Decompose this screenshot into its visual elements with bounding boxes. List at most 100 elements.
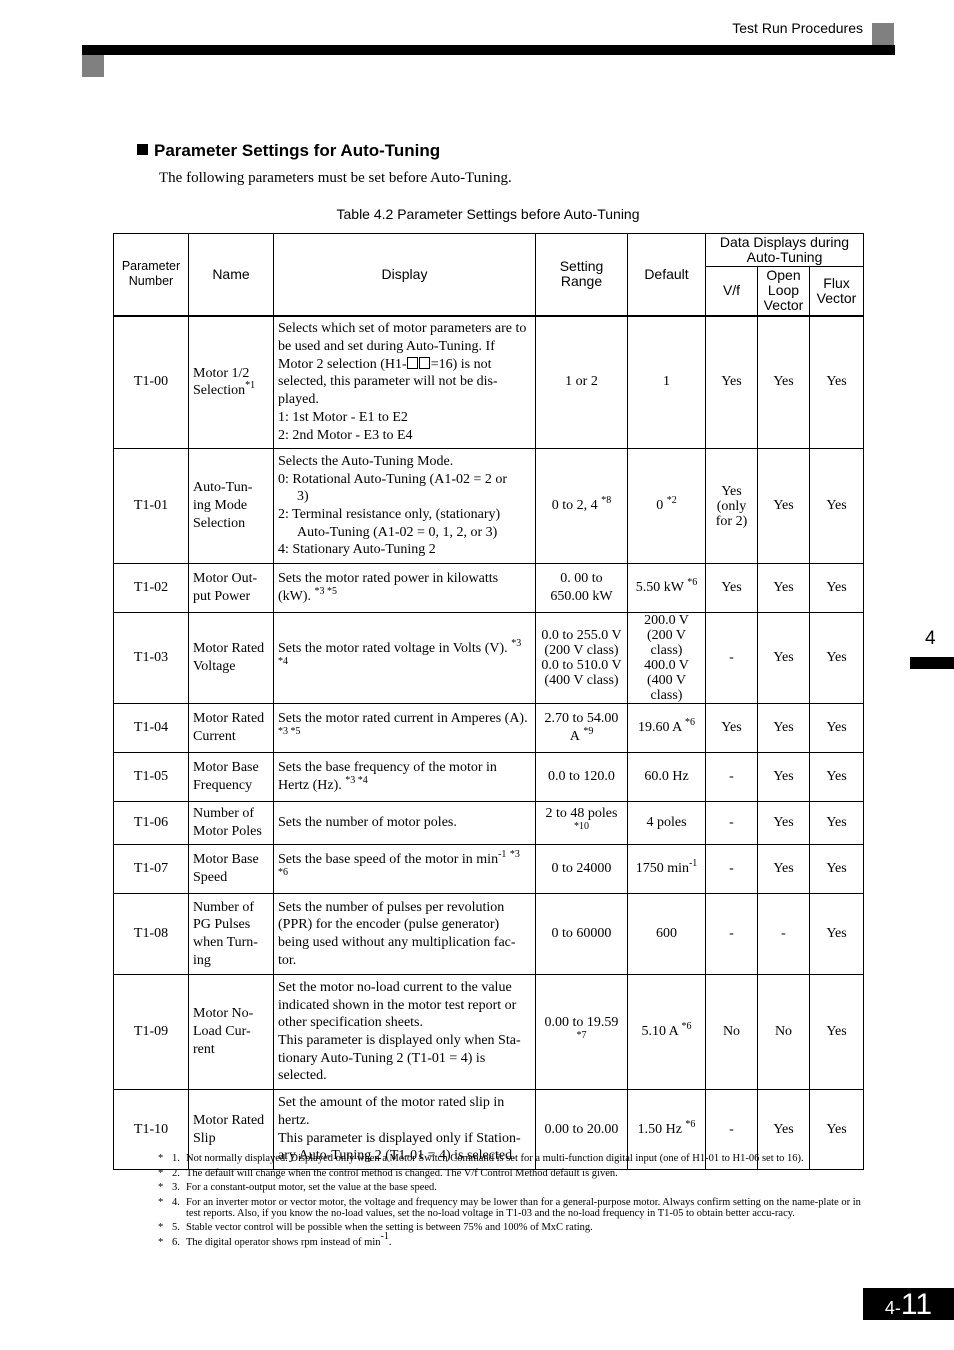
param-display: Set the motor no-load current to the val… — [273, 974, 536, 1090]
square-bullet-icon — [137, 144, 148, 155]
param-display: Sets the number of motor poles. — [273, 801, 536, 845]
display-flag-olv: Yes — [757, 612, 810, 704]
header-data-displays: Data Displays during Auto-Tuning — [704, 233, 865, 267]
default-value: 60.0 Hz — [627, 752, 706, 802]
footnote-ref: *2 — [666, 495, 677, 507]
param-name-text: Motor Rated Voltage — [193, 641, 265, 674]
display-flag-flux: Yes — [808, 703, 865, 753]
param-name-text: Motor Out-put Power — [193, 571, 258, 604]
setting-range-text: 0 to 2, 4 — [551, 498, 598, 514]
display-text-part: Sets the motor rated current in Amperes … — [278, 711, 528, 727]
header-setting-range: Setting Range — [535, 233, 628, 317]
footnote: * 3. For a constant-output motor, set the … — [158, 1182, 868, 1193]
header-default: Default — [627, 233, 706, 317]
parameter-table: Parameter Number Name Display Setting Ra… — [113, 233, 865, 1170]
footnote-ref: *8 — [601, 495, 612, 507]
display-flag-flux: Yes — [808, 801, 865, 845]
display-text-part: Sets the base speed of the motor in min — [278, 852, 499, 868]
setting-range-text: 0 to 24000 — [551, 861, 612, 877]
param-display: Sets the motor rated power in kilowatts … — [273, 563, 536, 613]
setting-range: 0. 00 to 650.00 kW — [535, 563, 628, 613]
display-flag-vf: No — [705, 974, 758, 1090]
display-text-part: Sets the number of motor poles. — [278, 815, 457, 831]
footnote-text-part: For an inverter motor or vector motor, t… — [186, 1196, 861, 1219]
param-name-text: Motor Base Frequency — [193, 760, 259, 793]
footnote-ref: *6 — [685, 717, 696, 729]
footnote-number: 3. — [172, 1182, 180, 1193]
footnote-mark: * — [158, 1196, 164, 1208]
param-number: T1-03 — [113, 612, 189, 704]
display-line: 2: Terminal resistance only, (stationary… — [278, 507, 501, 522]
display-flag-olv: No — [757, 974, 810, 1090]
display-option: 2: 2nd Motor - E3 to E4 — [278, 427, 413, 443]
param-name: Number of PG Pulses when Turn-ing — [188, 893, 274, 975]
display-flag-olv: Yes — [757, 315, 810, 449]
setting-range-line: 0.0 to 255.0 V — [541, 628, 622, 643]
footnote-text-part: Not normally displayed. Displayed only w… — [186, 1153, 804, 1164]
setting-range-text: 0 to 60000 — [551, 926, 612, 942]
display-flag-vf: Yes — [705, 703, 758, 753]
param-display: Selects which set of motor parameters ar… — [273, 315, 536, 449]
display-text: Sets the motor rated power in kilowatts … — [278, 570, 531, 605]
footnote-text: Stable vector control will be possible w… — [186, 1222, 868, 1233]
display-text: Sets the base frequency of the motor in … — [278, 759, 531, 794]
display-flag-vf: Yes (only for 2) — [705, 448, 758, 564]
display-text: Sets the number of pulses per revolution… — [278, 899, 531, 970]
display-flag-olv: Yes — [757, 801, 810, 845]
setting-range-text: 0. 00 to 650.00 kW — [550, 571, 613, 604]
display-text-part: Sets the motor rated voltage in Volts (V… — [278, 641, 508, 657]
display-option: 1: 1st Motor - E1 to E2 — [278, 409, 408, 425]
footnote-mark: * — [158, 1222, 164, 1233]
param-name: Motor Base Frequency — [188, 752, 274, 802]
section-heading-text: Parameter Settings for Auto-Tuning — [154, 141, 441, 160]
setting-range-text: 0.00 to 20.00 — [544, 1121, 619, 1137]
header-flux-vector: Flux Vector — [808, 266, 865, 317]
footnote-mark: * — [158, 1182, 164, 1193]
default-value: 200.0 V (200 V class) 400.0 V (400 V class) — [627, 612, 706, 704]
header-decoration-square — [872, 23, 894, 45]
page-number: 4-11 — [863, 1288, 954, 1321]
display-text-part: Sets the number of pulses per revolution… — [278, 899, 516, 968]
setting-range: 2 to 48 poles *10 — [535, 801, 628, 845]
default-value-text: 5.50 kW — [635, 580, 684, 596]
footnote-ref: *3 *5 — [278, 726, 301, 737]
display-line: 0: Rotational Auto-Tuning (A1-02 = 2 or — [278, 471, 508, 487]
table-row: T1-08 Number of PG Pulses when Turn-ing Se… — [113, 893, 865, 975]
table-row: T1-01 Auto-Tun-ing Mode Selection Selects … — [113, 448, 865, 564]
footnote: * 4. For an inverter motor or vector motor… — [158, 1197, 868, 1219]
intro-paragraph: The following parameters must be set bef… — [159, 170, 512, 186]
setting-range-line: (200 V class) — [544, 643, 619, 658]
setting-range: 0.0 to 255.0 V (200 V class) 0.0 to 510.0 … — [535, 612, 628, 704]
placeholder-box-icon — [419, 356, 431, 369]
page-number-chapter: 4- — [884, 1298, 901, 1318]
setting-range: 1 or 2 — [535, 315, 628, 449]
display-flag-flux: Yes — [808, 844, 865, 894]
default-value-text: 19.60 A — [637, 720, 682, 736]
default-value: 1750 min-1 — [627, 844, 706, 894]
display-text: Set the motor no-load current to the val… — [278, 979, 531, 1032]
footnote-ref: *3 *4 — [345, 775, 368, 786]
default-value-line: (200 V class) — [646, 628, 687, 658]
display-flag-vf: Yes — [705, 315, 758, 449]
display-flag-vf: - — [705, 844, 758, 894]
display-text-secondary: This parameter is displayed only when St… — [278, 1033, 521, 1084]
placeholder-box-icon — [407, 356, 419, 369]
param-display: Sets the motor rated voltage in Volts (V… — [273, 612, 536, 704]
param-number: T1-07 — [113, 844, 189, 894]
display-flag-olv: Yes — [757, 844, 810, 894]
chapter-tab-bar — [910, 657, 954, 669]
footnote-text: Not normally displayed. Displayed only w… — [186, 1153, 868, 1164]
footnote-text-part: Stable vector control will be possible w… — [186, 1222, 593, 1233]
setting-range-text: 0.00 to 19.59 — [544, 1015, 619, 1031]
default-value: 4 poles — [627, 801, 706, 845]
display-line: Auto-Tuning (A1-02 = 0, 1, 2, or 3) — [297, 524, 498, 540]
param-name-text: Motor 1/2 Selection — [193, 365, 250, 399]
param-name-text: Auto-Tun-ing Mode Selection — [193, 480, 253, 531]
display-flag-vf: - — [705, 801, 758, 845]
setting-range: 0 to 24000 — [535, 844, 628, 894]
footnote: * 5. Stable vector control will be possibl… — [158, 1222, 868, 1233]
footnote-text: The digital operator shows rpm instead o… — [186, 1231, 868, 1248]
footnote-number: 6. — [172, 1236, 180, 1248]
footnote-ref: *1 — [245, 380, 256, 392]
setting-range: 0.00 to 19.59 *7 — [535, 974, 628, 1090]
